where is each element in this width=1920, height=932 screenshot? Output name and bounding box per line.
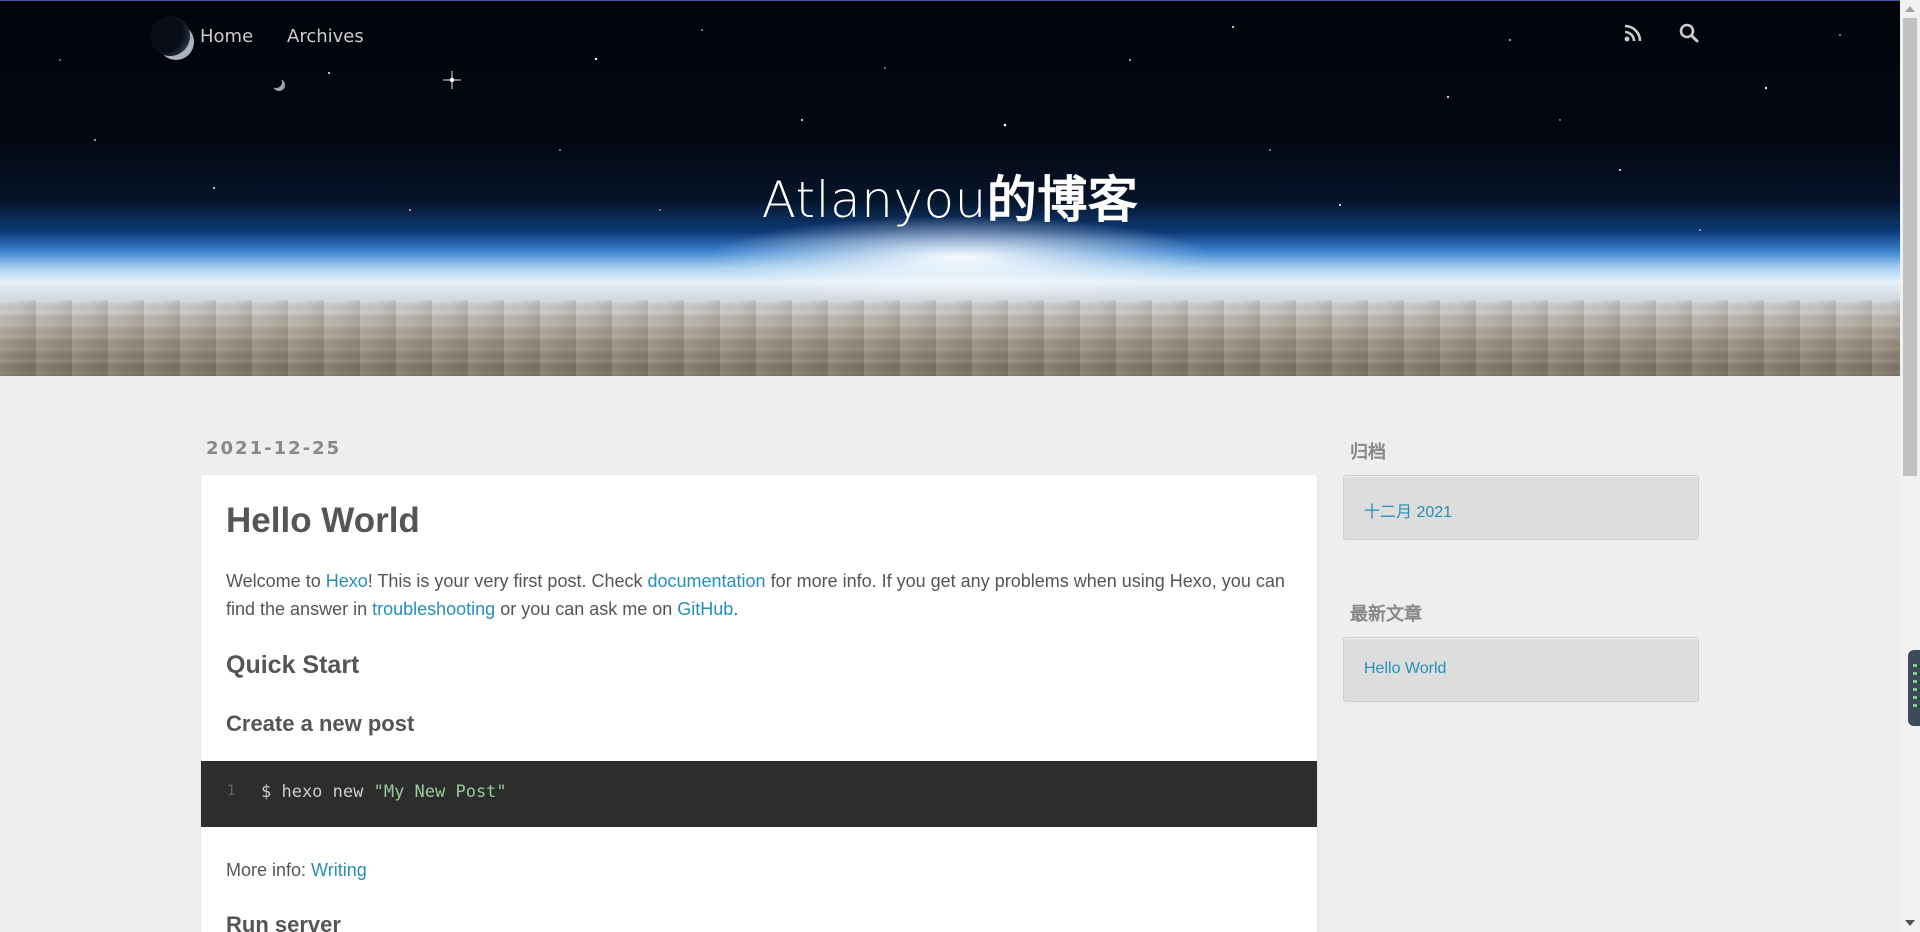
archive-month-link[interactable]: 十二月 2021 [1364,498,1452,522]
intro-text-5: . [733,599,739,619]
more-info: More info: Writing [226,860,367,881]
sidebar-archive-title: 归档 [1350,442,1386,463]
scroll-up-arrow-icon[interactable] [1905,6,1915,12]
code-line-number: 1 [227,783,236,799]
search-icon[interactable] [1678,22,1700,44]
article-card: Hello World Welcome to Hexo! This is you… [201,475,1317,932]
troubleshooting-link[interactable]: troubleshooting [372,599,495,619]
sidebar-recent-box: Hello World [1343,637,1699,702]
code-line: $ hexo new "My New Post" [261,782,507,802]
article-intro: Welcome to Hexo! This is your very first… [226,567,1296,623]
post-date[interactable]: 2021-12-25 [206,438,341,459]
github-link[interactable]: GitHub [677,599,733,619]
heading-run-server: Run server [226,912,341,932]
recent-post-link[interactable]: Hello World [1364,660,1446,678]
site-title-latin: Atlanyou [761,171,987,229]
site-title[interactable]: Atlanyou的博客 [0,160,1900,232]
small-moon-decoration [270,76,282,88]
rss-icon[interactable] [1622,22,1644,44]
site-title-cjk: 的博客 [986,171,1139,229]
moon-logo-icon[interactable] [150,16,190,56]
scrollbar-thumb[interactable] [1903,18,1917,476]
writing-link[interactable]: Writing [311,860,367,880]
nav-home-link[interactable]: Home [200,26,253,47]
starfield-background [59,26,1841,231]
top-border [0,0,1900,1]
documentation-link[interactable]: documentation [647,571,765,591]
code-string: "My New Post" [373,782,507,802]
scroll-down-arrow-icon[interactable] [1905,920,1915,926]
intro-text-1: Welcome to [226,571,326,591]
article-title[interactable]: Hello World [226,501,420,541]
banner: Home Archives Atlanyou的博客 [0,0,1900,376]
vertical-scrollbar[interactable] [1900,0,1920,932]
code-command: $ hexo new [261,782,374,802]
intro-text-2: ! This is your very first post. Check [367,571,648,591]
cloud-layer [0,300,1900,376]
sidebar-recent-title: 最新文章 [1350,604,1422,625]
code-block[interactable]: 1 $ hexo new "My New Post" [201,761,1317,827]
hexo-link[interactable]: Hexo [326,571,368,591]
intro-text-4: or you can ask me on [495,599,678,619]
side-widget-icon[interactable] [1908,650,1920,726]
heading-create-post: Create a new post [226,711,415,736]
sidebar-archive-box: 十二月 2021 [1343,475,1699,540]
more-info-label: More info: [226,860,312,880]
heading-quick-start: Quick Start [226,651,360,679]
nav-archives-link[interactable]: Archives [287,26,364,47]
